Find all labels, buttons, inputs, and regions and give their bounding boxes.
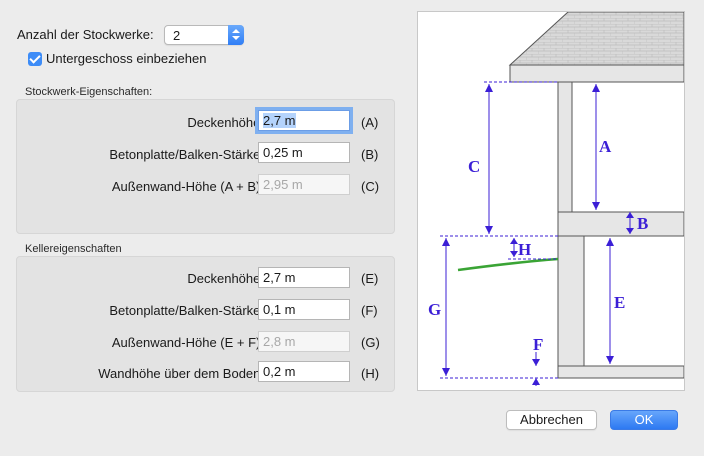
- basement-slab-input[interactable]: 0,1 m: [258, 299, 350, 320]
- basement-ceiling-ref: (E): [361, 271, 379, 286]
- label-b: B: [637, 214, 648, 233]
- label-a: A: [599, 137, 612, 156]
- basement-slab-label: Betonplatte/Balken-Stärke:: [109, 303, 264, 318]
- basement-wall-input: 2,8 m: [258, 331, 350, 352]
- basement-wall-label: Außenwand-Höhe (E + F):: [111, 335, 264, 350]
- story-slab-ref: (B): [361, 147, 379, 162]
- basement-section-title: Kellereigenschaften: [25, 243, 122, 255]
- label-e: E: [614, 293, 625, 312]
- floor-slab: [557, 211, 685, 237]
- floors-select[interactable]: 2: [164, 25, 244, 45]
- basement-wall: [557, 235, 585, 367]
- building-section-svg: C A B H G E F: [428, 11, 685, 386]
- story-wall-label: Außenwand-Höhe (A + B):: [111, 179, 264, 194]
- basement-floor: [557, 365, 685, 379]
- label-h: H: [518, 240, 531, 259]
- floors-value: 2: [173, 28, 181, 43]
- basement-aboveground-input[interactable]: 0,2 m: [258, 361, 350, 382]
- basement-wall-ref: (G): [361, 335, 380, 350]
- floors-stepper[interactable]: [228, 25, 244, 45]
- story-ceiling-input[interactable]: 2,7 m: [258, 110, 350, 131]
- basement-checkbox-label[interactable]: Untergeschoss einbeziehen: [46, 51, 206, 66]
- basement-checkbox[interactable]: [28, 52, 42, 66]
- upper-wall: [557, 81, 573, 213]
- building-section-diagram: C A B H G E F: [417, 11, 685, 391]
- story-section-title: Stockwerk-Eigenschaften:: [25, 86, 153, 98]
- roof-eave: [509, 64, 685, 83]
- basement-aboveground-ref: (H): [361, 366, 380, 381]
- chevron-up-icon: [232, 29, 240, 33]
- chevron-down-icon: [232, 36, 240, 40]
- cancel-button[interactable]: Abbrechen: [506, 410, 597, 430]
- floors-label: Anzahl der Stockwerke:: [17, 27, 154, 42]
- basement-ceiling-input[interactable]: 2,7 m: [258, 267, 350, 288]
- label-c: C: [468, 157, 480, 176]
- basement-group: Deckenhöhe: 2,7 m (E) Betonplatte/Balken…: [16, 256, 395, 392]
- label-f: F: [533, 335, 543, 354]
- roof-shape: [508, 11, 685, 66]
- basement-aboveground-label: Wandhöhe über dem Boden:: [98, 366, 264, 381]
- story-group: Deckenhöhe: 2,7 m (A) Betonplatte/Balken…: [16, 99, 395, 234]
- story-ceiling-label: Deckenhöhe:: [187, 115, 264, 130]
- label-g: G: [428, 300, 441, 319]
- ground-line: [457, 257, 559, 272]
- story-ceiling-ref: (A): [361, 115, 379, 130]
- ok-button[interactable]: OK: [610, 410, 678, 430]
- story-slab-input[interactable]: 0,25 m: [258, 142, 350, 163]
- story-slab-label: Betonplatte/Balken-Stärke:: [109, 147, 264, 162]
- basement-ceiling-label: Deckenhöhe:: [187, 271, 264, 286]
- story-wall-ref: (C): [361, 179, 380, 194]
- basement-slab-ref: (F): [361, 303, 378, 318]
- story-wall-input: 2,95 m: [258, 174, 350, 195]
